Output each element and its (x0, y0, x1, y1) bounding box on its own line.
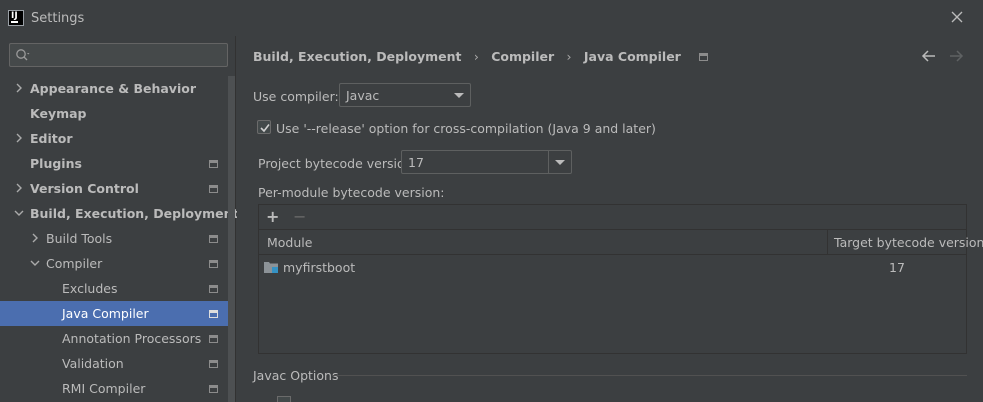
window-title: Settings (31, 11, 85, 26)
sidebar-item-appearance-behavior[interactable]: Appearance & Behavior (0, 76, 228, 101)
sidebar-item-build-tools[interactable]: Build Tools (0, 226, 228, 251)
sidebar-item-label: Annotation Processors (62, 331, 202, 346)
sidebar-item-validation[interactable]: Validation (0, 351, 228, 376)
sidebar-item-version-control[interactable]: Version Control (0, 176, 228, 201)
sidebar-item-plugins[interactable]: Plugins (0, 151, 228, 176)
clipped-option-row (277, 394, 677, 402)
release-option-checkbox[interactable] (257, 120, 271, 134)
back-arrow-icon[interactable] (921, 48, 937, 64)
sidebar-item-label: Java Compiler (62, 306, 149, 321)
search-input[interactable] (9, 43, 228, 67)
table-header: Module Target bytecode version (259, 230, 983, 255)
breadcrumb-separator: › (566, 49, 572, 64)
chevron-down-icon (555, 160, 565, 165)
project-scope-icon (699, 52, 709, 61)
sidebar-item-editor[interactable]: Editor (0, 126, 228, 151)
table-toolbar: + − (259, 205, 966, 230)
chevron-right-icon[interactable] (14, 133, 24, 143)
sidebar-item-label: Build Tools (46, 231, 113, 246)
project-scope-icon (209, 360, 218, 368)
project-scope-icon (209, 385, 218, 393)
per-module-table: + − Module Target bytecode version myfir… (258, 204, 983, 354)
section-divider (333, 375, 967, 376)
search-icon (16, 49, 30, 61)
settings-sidebar: Appearance & Behavior Keymap Editor Plugins… (0, 36, 238, 402)
compiler-select[interactable]: Javac (339, 83, 471, 107)
chevron-down-icon[interactable] (14, 208, 24, 218)
breadcrumb-item: Compiler (491, 49, 555, 64)
chevron-right-icon[interactable] (30, 233, 40, 243)
chevron-right-icon[interactable] (14, 83, 24, 93)
chevron-right-icon[interactable] (14, 183, 24, 193)
sidebar-item-label: Appearance & Behavior (30, 81, 196, 96)
use-compiler-label: Use compiler: (253, 89, 339, 104)
sidebar-item-label: Version Control (30, 181, 139, 196)
target-version-cell[interactable]: 17 (889, 260, 905, 275)
sidebar-item-compiler[interactable]: Compiler (0, 251, 228, 276)
breadcrumb-item: Java Compiler (583, 49, 681, 64)
project-scope-icon (209, 235, 218, 243)
close-icon[interactable] (949, 9, 965, 25)
sidebar-scrollbar[interactable] (228, 76, 235, 402)
intellij-logo-icon: IJ (8, 10, 24, 26)
chevron-down-icon[interactable] (30, 258, 40, 268)
sidebar-item-excludes[interactable]: Excludes (0, 276, 228, 301)
breadcrumb-item: Build, Execution, Deployment (253, 49, 462, 64)
sidebar-item-label: RMI Compiler (62, 381, 146, 396)
sidebar-item-label: Keymap (30, 106, 87, 121)
remove-module-button[interactable]: − (293, 207, 306, 226)
project-scope-icon (209, 285, 218, 293)
sidebar-item-java-compiler[interactable]: Java Compiler (0, 301, 228, 326)
sidebar-item-annotation-processors[interactable]: Annotation Processors (0, 326, 228, 351)
breadcrumb-separator: › (473, 49, 479, 64)
sidebar-item-label: Excludes (62, 281, 118, 296)
sidebar-item-keymap[interactable]: Keymap (0, 101, 228, 126)
javac-options-title: Javac Options (253, 368, 339, 383)
project-bytecode-label: Project bytecode version: (258, 156, 417, 171)
project-bytecode-select[interactable]: 17 (401, 150, 572, 174)
project-scope-icon (209, 260, 218, 268)
module-name-cell: myfirstboot (283, 260, 356, 275)
compiler-select-value: Javac (346, 88, 380, 103)
project-scope-icon (209, 160, 218, 168)
release-option-label: Use '--release' option for cross-compila… (276, 121, 656, 136)
project-scope-icon (209, 185, 218, 193)
sidebar-item-label: Compiler (46, 256, 103, 271)
sidebar-item-rmi-compiler[interactable]: RMI Compiler (0, 376, 228, 401)
add-module-button[interactable]: + (266, 207, 279, 226)
project-scope-icon (209, 310, 218, 318)
per-module-label: Per-module bytecode version: (258, 185, 445, 200)
sidebar-item-label: Editor (30, 131, 73, 146)
title-bar: IJ Settings (0, 0, 983, 36)
breadcrumb: Build, Execution, Deployment › Compiler … (253, 48, 709, 66)
sidebar-item-label: Plugins (30, 156, 82, 171)
project-scope-icon (209, 335, 218, 343)
project-bytecode-value: 17 (408, 155, 424, 170)
sidebar-item-label: Build, Execution, Deployment (30, 206, 239, 221)
column-header-module[interactable]: Module (267, 235, 312, 250)
chevron-down-icon (454, 93, 464, 98)
checkmark-icon (260, 124, 270, 133)
column-header-target[interactable]: Target bytecode version (834, 235, 983, 250)
forward-arrow-icon[interactable] (948, 48, 964, 64)
sidebar-item-label: Validation (62, 356, 124, 371)
table-row[interactable]: myfirstboot 17 (259, 256, 966, 280)
java-compiler-panel: Build, Execution, Deployment › Compiler … (237, 36, 983, 402)
module-folder-icon (264, 262, 278, 273)
sidebar-item-build-execution-deployment[interactable]: Build, Execution, Deployment (0, 201, 238, 226)
column-divider[interactable] (827, 230, 828, 255)
